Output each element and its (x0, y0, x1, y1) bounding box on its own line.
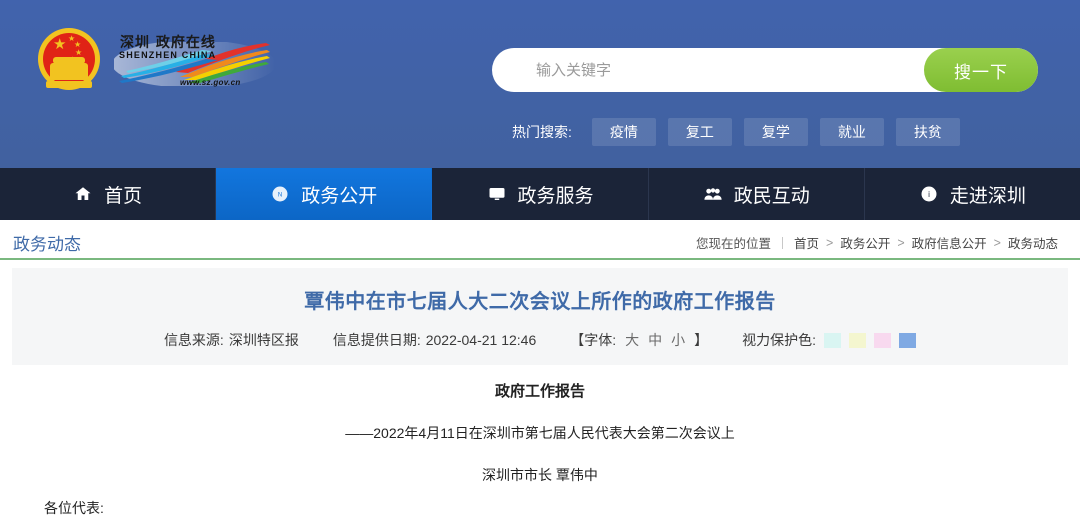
svg-text:i: i (928, 190, 930, 199)
monitor-icon (487, 184, 507, 204)
hot-tag-fugong[interactable]: 复工 (667, 118, 732, 146)
article-header-panel: 覃伟中在市七届人大二次会议上所作的政府工作报告 信息来源: 深圳特区报 信息提供… (12, 268, 1068, 365)
article-source: 信息来源: 深圳特区报 (164, 330, 299, 350)
article-date-value: 2022-04-21 12:46 (425, 332, 537, 348)
nav-label-government-disclosure: 政务公开 (301, 184, 378, 207)
breadcrumb-link-disclosure[interactable]: 政务公开 (840, 233, 890, 252)
font-size-label: 【字体: (570, 332, 617, 348)
page-title: 覃伟中在市七届人大二次会议上所作的政府工作报告 (304, 289, 776, 313)
eye-color-swatch-blue[interactable] (899, 332, 917, 348)
breadcrumb-link-home[interactable]: 首页 (794, 233, 819, 252)
hot-tag-fupin[interactable]: 扶贫 (895, 118, 960, 146)
nav-item-home[interactable]: 首页 (0, 168, 217, 220)
article-body-speaker: 深圳市市长 覃伟中 (482, 467, 598, 483)
people-icon (703, 184, 723, 204)
nav-item-government-services[interactable]: 政务服务 (432, 168, 649, 220)
wordmark-en: SHENZHEN CHINA (119, 50, 217, 60)
font-size-large[interactable]: 大 (625, 330, 639, 350)
section-title: 政务动态 (13, 235, 81, 255)
china-national-emblem-icon: ★ ★ ★ ★ ★ (38, 28, 100, 90)
home-icon (73, 184, 93, 204)
news-icon: N (270, 184, 290, 204)
nav-item-about-shenzhen[interactable]: i 走进深圳 (865, 168, 1080, 220)
breadcrumb-prefix: 您现在的位置 (695, 237, 771, 251)
nav-item-public-interaction[interactable]: 政民互动 (649, 168, 865, 220)
font-size-label-end: 】 (694, 332, 709, 348)
article-body-salutation: 各位代表: (44, 500, 104, 516)
article-date-label: 信息提供日期: (332, 332, 421, 348)
font-size-small[interactable]: 小 (671, 330, 685, 350)
eye-color-swatch-yellow[interactable] (849, 332, 867, 348)
shenzhen-gov-wordmark: 深圳 政府在线 SHENZHEN CHINA www.sz.gov.cn (114, 26, 274, 92)
hot-tag-yiqing[interactable]: 疫情 (591, 118, 656, 146)
search-button[interactable]: 搜一下 (924, 48, 1038, 92)
svg-text:N: N (278, 192, 282, 198)
article-date: 信息提供日期: 2022-04-21 12:46 (333, 330, 536, 350)
font-size-control: 【字体: 大 中 小 】 (570, 330, 708, 350)
hot-tag-jiuye[interactable]: 就业 (819, 118, 884, 146)
site-header: ★ ★ ★ ★ ★ (0, 0, 1080, 168)
article-body-subtitle: ——2022年4月11日在深圳市第七届人民代表大会第二次会议上 (345, 425, 735, 441)
breadcrumb-separator: > (826, 235, 834, 250)
breadcrumb-divider (782, 236, 783, 249)
eye-color-label: 视力保护色: (742, 332, 817, 348)
nav-label-home: 首页 (104, 184, 143, 207)
nav-label-government-services: 政务服务 (517, 184, 594, 207)
search-input[interactable] (536, 49, 924, 91)
nav-item-government-disclosure[interactable]: N 政务公开 (216, 168, 433, 220)
article-source-value: 深圳特区报 (228, 332, 299, 348)
breadcrumb-separator: > (897, 235, 905, 250)
article-body-heading: 政府工作报告 (494, 382, 585, 400)
breadcrumb: 您现在的位置 首页 > 政务公开 > 政府信息公开 > 政务动态 (696, 233, 1058, 252)
eye-color-swatch-cyan[interactable] (824, 332, 842, 348)
breadcrumb-separator: > (993, 235, 1001, 250)
main-navigation: 首页 N 政务公开 政务服务 政民互动 i 走进深圳 (0, 168, 1080, 220)
hot-search-label: 热门搜索: (512, 124, 572, 140)
breadcrumb-bar: 政务动态 您现在的位置 首页 > 政务公开 > 政府信息公开 > 政务动态 (0, 220, 1080, 260)
nav-label-public-interaction: 政民互动 (733, 184, 810, 207)
article-body: 政府工作报告 ——2022年4月11日在深圳市第七届人民代表大会第二次会议上 深… (0, 380, 1080, 516)
eye-protection-colors: 视力保护色: (742, 330, 917, 350)
nav-label-about-shenzhen: 走进深圳 (949, 184, 1026, 207)
search-bar: 搜一下 (492, 48, 1038, 92)
wordmark-cn: 深圳 政府在线 (120, 35, 216, 51)
hot-search-row: 热门搜索: 疫情 复工 复学 就业 扶贫 (512, 118, 960, 146)
hot-tag-fuxue[interactable]: 复学 (743, 118, 808, 146)
font-size-medium[interactable]: 中 (648, 330, 662, 350)
wordmark-url: www.sz.gov.cn (180, 78, 241, 87)
article-source-label: 信息来源: (163, 332, 224, 348)
article-meta: 信息来源: 深圳特区报 信息提供日期: 2022-04-21 12:46 【字体… (12, 330, 1068, 350)
breadcrumb-link-current[interactable]: 政务动态 (1008, 233, 1058, 252)
breadcrumb-link-gov-info[interactable]: 政府信息公开 (912, 233, 987, 252)
site-logo[interactable]: ★ ★ ★ ★ ★ (38, 26, 274, 92)
info-circle-icon: i (919, 184, 939, 204)
eye-color-swatch-pink[interactable] (874, 332, 892, 348)
